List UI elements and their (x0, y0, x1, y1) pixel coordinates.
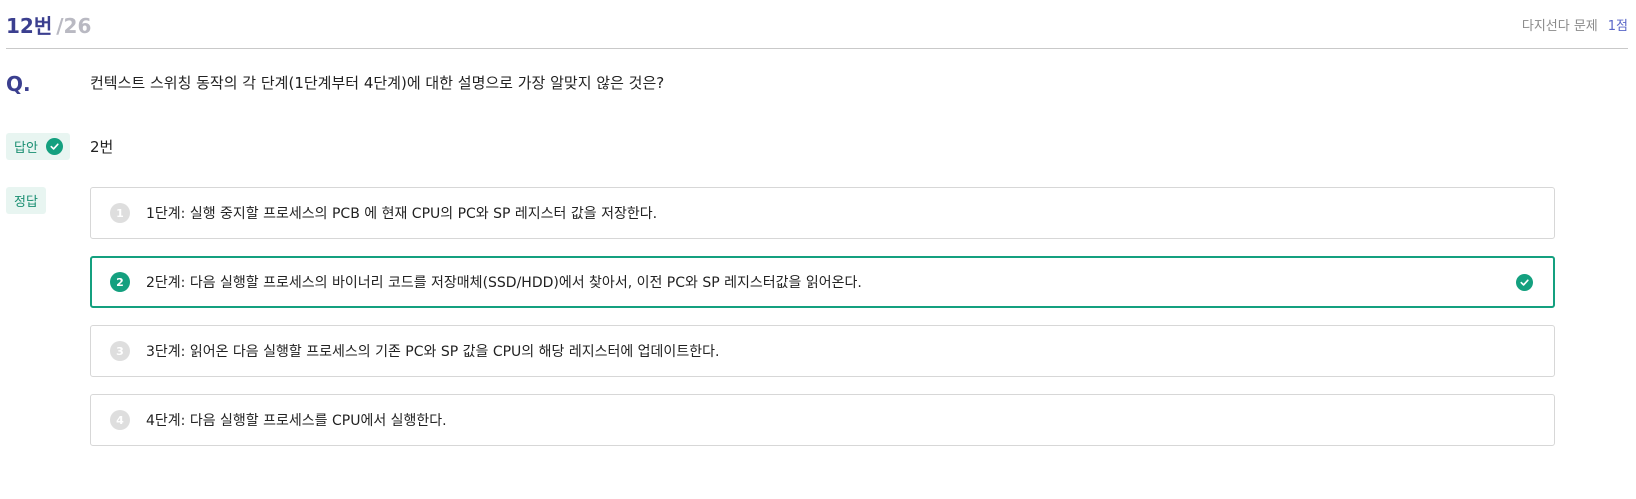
option-number-badge: 4 (110, 410, 130, 430)
option-2[interactable]: 2 2단계: 다음 실행할 프로세스의 바이너리 코드를 저장매체(SSD/HD… (90, 256, 1555, 308)
quiz-result-page: 12번/26 다지선다 문제 1점 Q. 컨텍스트 스위칭 동작의 각 단계(1단… (0, 0, 1636, 499)
question-marker: Q. (6, 72, 31, 96)
options-list: 1 1단계: 실행 중지할 프로세스의 PCB 에 현재 CPU의 PC와 SP… (90, 187, 1555, 463)
option-number-badge: 3 (110, 341, 130, 361)
question-points: 1점 (1607, 19, 1628, 34)
question-meta: 다지선다 문제 1점 (1522, 15, 1628, 34)
option-text: 1단계: 실행 중지할 프로세스의 PCB 에 현재 CPU의 PC와 SP 레… (146, 206, 658, 222)
option-3[interactable]: 3 3단계: 읽어온 다음 실행할 프로세스의 기존 PC와 SP 값을 CPU… (90, 325, 1555, 377)
correct-answer-badge: 정답 (6, 187, 46, 214)
option-4[interactable]: 4 4단계: 다음 실행할 프로세스를 CPU에서 실행한다. (90, 394, 1555, 446)
answer-badge: 답안 (6, 133, 70, 160)
option-text: 2단계: 다음 실행할 프로세스의 바이너리 코드를 저장매체(SSD/HDD)… (146, 275, 862, 291)
answer-label: 답안 (14, 141, 38, 156)
question-text: 컨텍스트 스위칭 동작의 각 단계(1단계부터 4단계)에 대한 설명으로 가장… (90, 74, 665, 92)
answer-value: 2번 (90, 138, 114, 156)
option-number-badge: 2 (110, 272, 130, 292)
check-circle-icon (45, 138, 63, 155)
question-type: 다지선다 문제 (1521, 19, 1598, 34)
check-circle-icon (1516, 273, 1533, 291)
correct-answer-label: 정답 (14, 195, 38, 210)
option-1[interactable]: 1 1단계: 실행 중지할 프로세스의 PCB 에 현재 CPU의 PC와 SP… (90, 187, 1555, 239)
question-counter: 12번/26 (6, 10, 91, 39)
question-header: 12번/26 다지선다 문제 1점 (6, 0, 1628, 49)
option-text: 4단계: 다음 실행할 프로세스를 CPU에서 실행한다. (146, 413, 447, 429)
question-total: /26 (56, 14, 92, 38)
option-text: 3단계: 읽어온 다음 실행할 프로세스의 기존 PC와 SP 값을 CPU의 … (146, 344, 720, 360)
option-number-badge: 1 (110, 203, 130, 223)
question-number: 12번 (6, 14, 53, 38)
